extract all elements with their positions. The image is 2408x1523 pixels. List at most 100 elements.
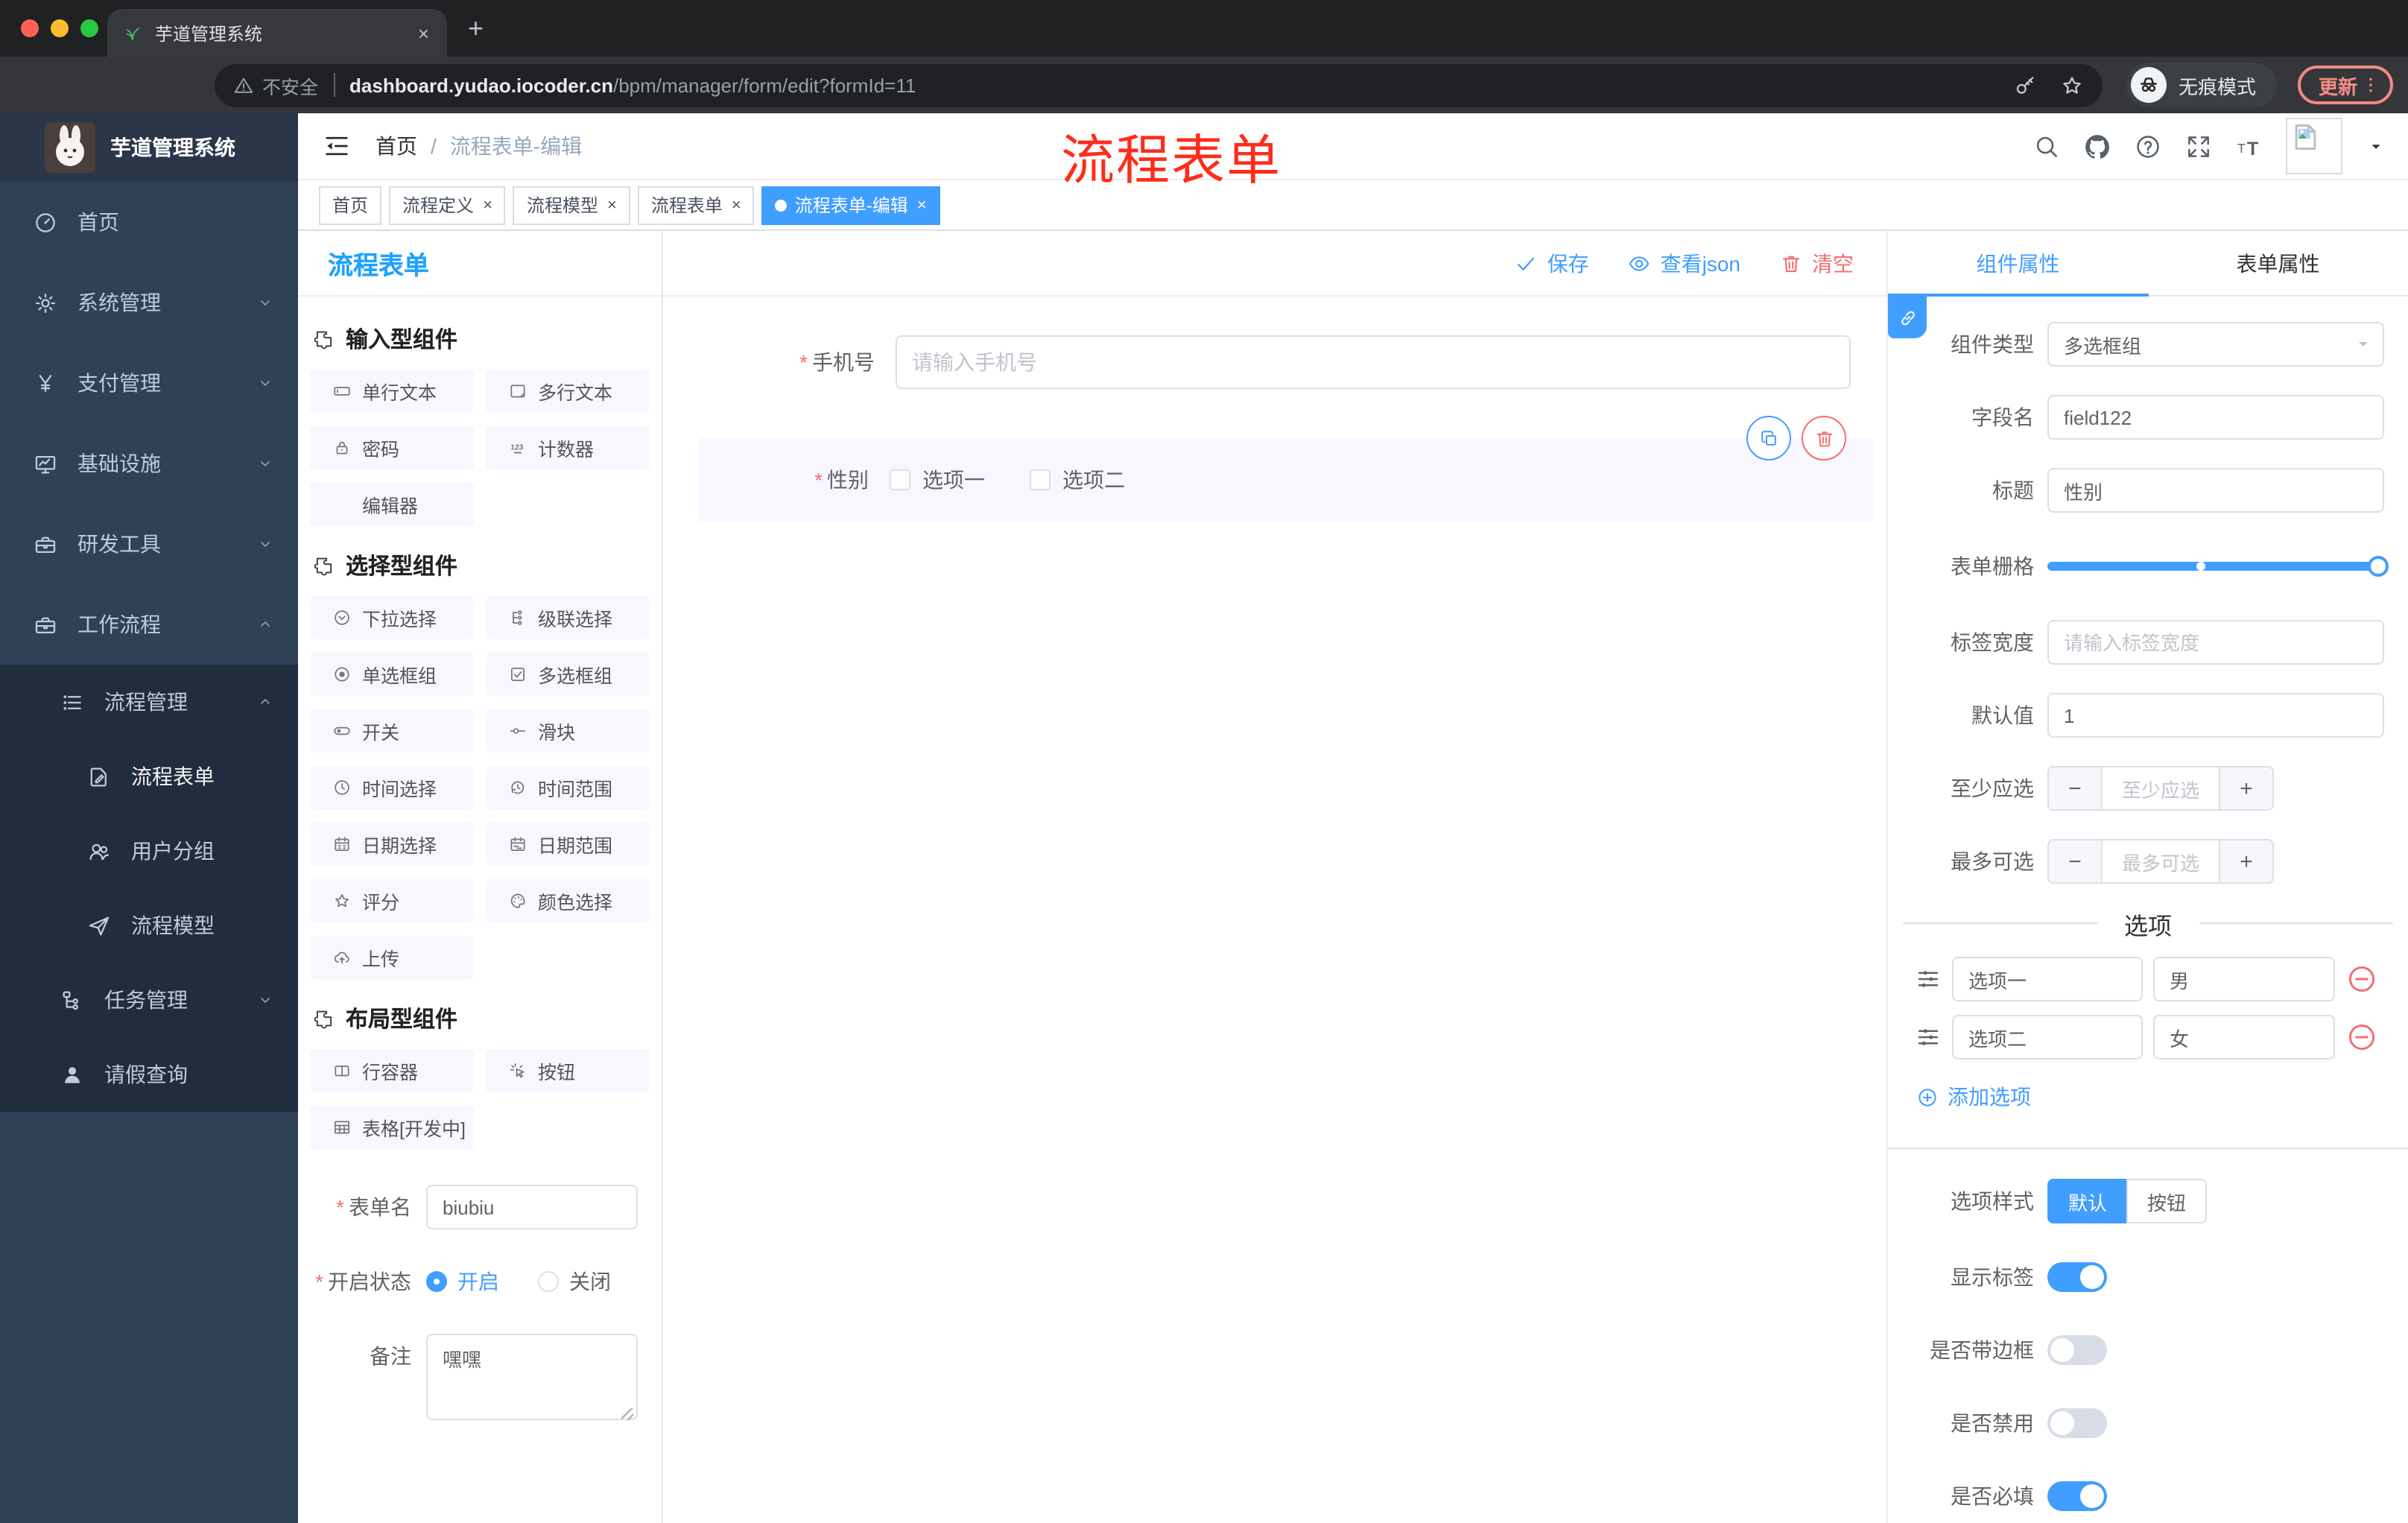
palette-item-switch[interactable]: 开关 xyxy=(310,709,474,753)
new-tab-button[interactable]: + xyxy=(468,9,484,48)
palette-item-rate[interactable]: 评分 xyxy=(310,879,474,922)
sidebar-item-process-mgmt[interactable]: 流程管理 xyxy=(0,665,298,739)
delete-widget-button[interactable] xyxy=(1802,416,1846,460)
palette-item-row-container[interactable]: 行容器 xyxy=(310,1049,474,1092)
drag-handle-icon[interactable] xyxy=(1915,1024,1942,1051)
search-icon[interactable] xyxy=(2032,132,2061,160)
default-value-input[interactable] xyxy=(2047,693,2384,738)
form-name-input[interactable] xyxy=(426,1185,638,1229)
checkbox-icon[interactable] xyxy=(1030,469,1051,490)
sidebar-item-workflow[interactable]: 工作流程 xyxy=(0,584,298,665)
palette-item-counter[interactable]: 123 计数器 xyxy=(486,426,650,469)
help-icon[interactable] xyxy=(2134,132,2162,160)
palette-item-upload[interactable]: 上传 xyxy=(310,936,474,979)
sidebar-item-process-form[interactable]: 流程表单 xyxy=(0,739,298,814)
sidebar-item-task-mgmt[interactable]: 任务管理 xyxy=(0,963,298,1037)
field-name-input[interactable] xyxy=(2047,395,2384,440)
clear-button[interactable]: 清空 xyxy=(1779,248,1854,278)
palette-item-password[interactable]: 密码 xyxy=(310,426,474,469)
gender-widget-selected[interactable]: * 性别 选项一 选项二 xyxy=(699,416,1873,522)
stepper-plus-button[interactable]: + xyxy=(2219,840,2272,882)
tag-process-definition[interactable]: 流程定义 × xyxy=(389,186,506,224)
option-value-input[interactable] xyxy=(2153,957,2335,1001)
forward-icon[interactable] xyxy=(63,64,104,106)
option-style-default[interactable]: 默认 xyxy=(2047,1179,2127,1223)
close-window-button[interactable] xyxy=(21,19,39,37)
label-width-input[interactable] xyxy=(2047,620,2384,665)
slider-handle[interactable] xyxy=(2368,556,2389,577)
minimize-window-button[interactable] xyxy=(51,19,69,37)
option-label-input[interactable] xyxy=(1952,1015,2143,1060)
tag-close-icon[interactable]: × xyxy=(607,196,617,214)
max-select-placeholder[interactable]: 最多可选 xyxy=(2103,840,2219,882)
toggle-required[interactable] xyxy=(2047,1481,2107,1511)
form-grid-slider[interactable] xyxy=(2047,556,2389,577)
window-controls[interactable] xyxy=(21,19,98,37)
tag-close-icon[interactable]: × xyxy=(732,196,741,214)
tag-process-model[interactable]: 流程模型 × xyxy=(513,186,630,224)
collapse-sidebar-icon[interactable] xyxy=(322,131,352,161)
font-size-icon[interactable]: TT xyxy=(2235,132,2263,160)
breadcrumb-home[interactable]: 首页 xyxy=(376,131,417,161)
toggle-disabled[interactable] xyxy=(2047,1408,2107,1438)
sidebar-item-process-model[interactable]: 流程模型 xyxy=(0,888,298,963)
tag-home[interactable]: 首页 xyxy=(319,186,382,224)
stepper-plus-button[interactable]: + xyxy=(2219,767,2272,809)
resize-handle[interactable] xyxy=(621,1408,633,1420)
sidebar-item-user-group[interactable]: 用户分组 xyxy=(0,814,298,888)
palette-item-color-picker[interactable]: 颜色选择 xyxy=(486,879,650,922)
browser-menu-dots-icon[interactable] xyxy=(2360,75,2381,95)
github-icon[interactable] xyxy=(2083,132,2111,160)
view-json-button[interactable]: 查看json xyxy=(1628,248,1740,278)
tag-close-icon[interactable]: × xyxy=(483,196,492,214)
palette-item-slider[interactable]: 滑块 xyxy=(486,709,650,753)
option-style-button[interactable]: 按钮 xyxy=(2126,1179,2208,1223)
palette-item-cascader[interactable]: 级联选择 xyxy=(486,596,650,639)
checkbox-icon[interactable] xyxy=(890,469,910,490)
status-radio-1[interactable]: 关闭 xyxy=(538,1267,611,1296)
palette-item-table-dev[interactable]: 表格[开发中] xyxy=(310,1106,474,1149)
palette-item-editor[interactable]: 编辑器 xyxy=(310,483,474,526)
gender-option-0[interactable]: 选项一 xyxy=(890,465,985,495)
gender-option-1[interactable]: 选项二 xyxy=(1030,465,1125,495)
sidebar-item-home[interactable]: 首页 xyxy=(0,182,298,262)
password-key-icon[interactable] xyxy=(2013,72,2038,98)
remove-option-button[interactable] xyxy=(2345,1021,2378,1054)
sidebar-item-infrastructure[interactable]: 基础设施 xyxy=(0,423,298,504)
bookmark-star-icon[interactable] xyxy=(2059,72,2085,98)
stepper-minus-button[interactable]: − xyxy=(2049,767,2103,809)
palette-item-date-picker[interactable]: 日期选择 xyxy=(310,823,474,866)
fullscreen-icon[interactable] xyxy=(2184,132,2213,160)
update-browser-button[interactable]: 更新 xyxy=(2297,66,2393,104)
link-tab[interactable] xyxy=(1888,297,1927,338)
palette-item-button[interactable]: 按钮 xyxy=(486,1049,650,1092)
maximize-window-button[interactable] xyxy=(80,19,98,37)
toggle-show-label[interactable] xyxy=(2047,1262,2107,1292)
phone-input[interactable] xyxy=(896,335,1851,389)
form-remark-textarea[interactable]: 嘿嘿 xyxy=(426,1334,638,1420)
sidebar-item-system-mgmt[interactable]: 系统管理 xyxy=(0,262,298,343)
status-radio-0[interactable]: 开启 xyxy=(426,1267,499,1296)
title-input[interactable] xyxy=(2047,468,2384,513)
add-option-button[interactable]: 添加选项 xyxy=(1916,1082,2408,1112)
address-bar[interactable]: 不安全 dashboard.yudao.iocoder.cn /bpm/mana… xyxy=(215,63,2103,107)
option-value-input[interactable] xyxy=(2153,1015,2335,1060)
browser-tab[interactable]: 芋道管理系统 × xyxy=(107,9,447,57)
palette-item-select[interactable]: 下拉选择 xyxy=(310,596,474,639)
palette-item-date-range[interactable]: 日期范围 xyxy=(486,823,650,866)
palette-item-time-range[interactable]: 时间范围 xyxy=(486,766,650,809)
avatar[interactable] xyxy=(2286,118,2342,174)
tag-close-icon[interactable]: × xyxy=(917,196,927,214)
palette-item-checkbox-group[interactable]: 多选框组 xyxy=(486,653,650,696)
home-icon[interactable] xyxy=(158,64,200,106)
tab-form-props[interactable]: 表单属性 xyxy=(2148,231,2408,295)
tab-close-icon[interactable]: × xyxy=(415,22,432,44)
palette-item-radio-group[interactable]: 单选框组 xyxy=(310,653,474,696)
tag-process-form[interactable]: 流程表单 × xyxy=(637,186,755,224)
component-type-value[interactable] xyxy=(2047,322,2384,367)
save-button[interactable]: 保存 xyxy=(1515,248,1589,278)
sidebar-item-leave-query[interactable]: 请假查询 xyxy=(0,1037,298,1112)
reload-icon[interactable] xyxy=(110,64,152,106)
palette-item-multi-line-text[interactable]: 多行文本 xyxy=(486,370,650,413)
sidebar-item-payment-mgmt[interactable]: 支付管理 xyxy=(0,343,298,423)
